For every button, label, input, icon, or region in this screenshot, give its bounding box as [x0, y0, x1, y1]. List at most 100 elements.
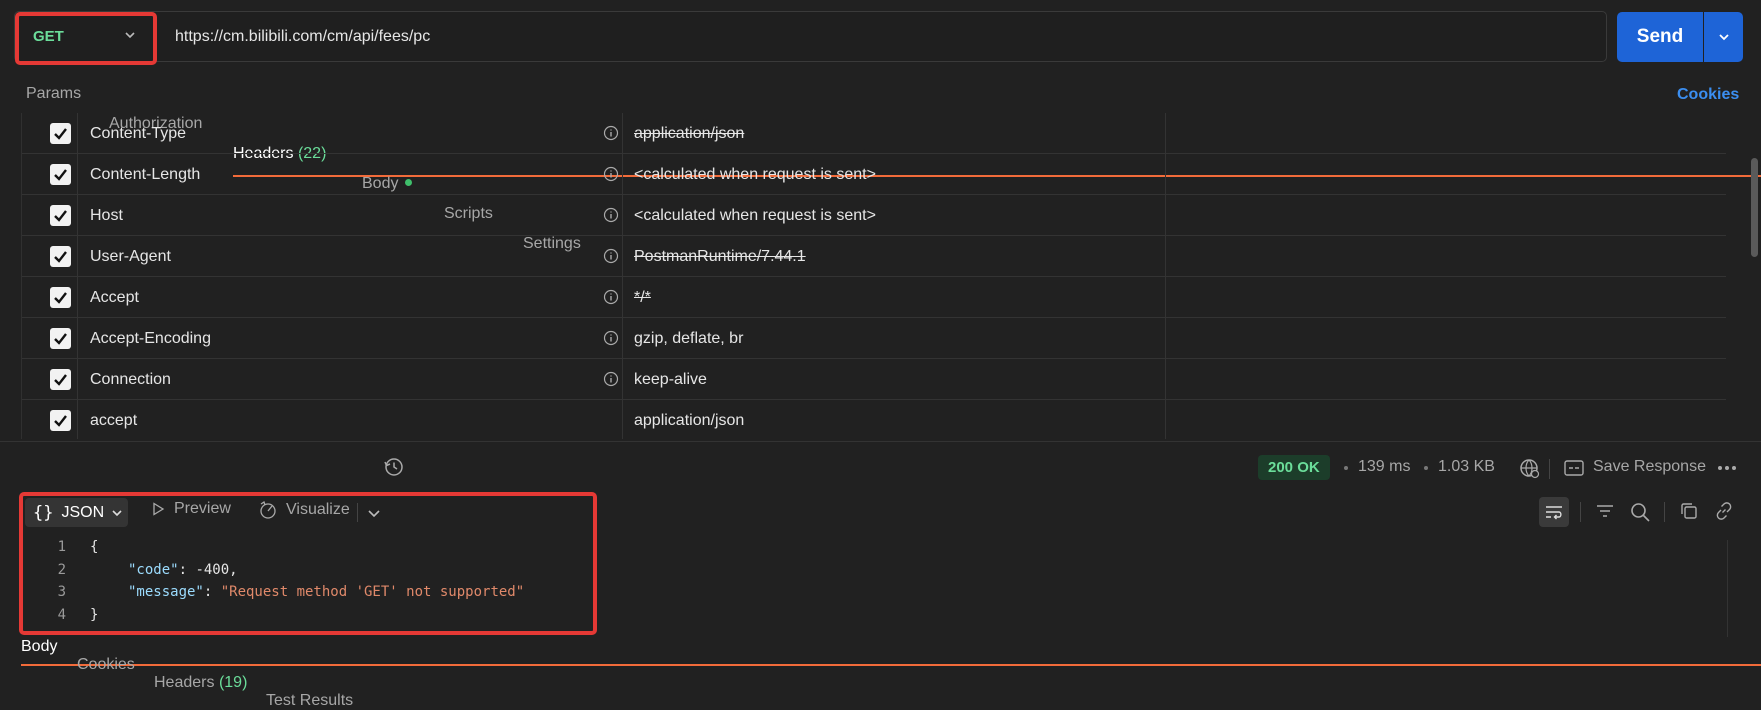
column-divider: [622, 236, 623, 277]
header-value[interactable]: gzip, deflate, br: [634, 318, 743, 359]
chevron-down-icon: [125, 32, 135, 39]
save-icon: [1564, 460, 1584, 476]
tab-label: Body: [21, 638, 58, 655]
tab-response-body[interactable]: Body: [21, 638, 1761, 666]
row-checkbox[interactable]: [50, 246, 71, 267]
open-brace: {: [90, 539, 99, 555]
row-checkbox[interactable]: [50, 410, 71, 431]
header-key[interactable]: accept: [90, 400, 137, 439]
filter-icon[interactable]: [1595, 502, 1615, 522]
code-line: "code": -400,: [128, 562, 238, 578]
row-checkbox[interactable]: [50, 123, 71, 144]
header-value[interactable]: */*: [634, 277, 651, 318]
headers-scrollbar[interactable]: [1751, 158, 1758, 257]
format-select[interactable]: {} JSON: [25, 498, 128, 527]
row-checkbox[interactable]: [50, 205, 71, 226]
line-number: 4: [57, 607, 66, 623]
column-divider: [1165, 277, 1166, 318]
save-response-button[interactable]: Save Response: [1593, 458, 1706, 476]
header-value[interactable]: application/json: [634, 400, 744, 439]
column-divider: [1165, 318, 1166, 359]
code-line: {: [90, 539, 98, 555]
search-icon[interactable]: [1629, 501, 1651, 523]
header-value[interactable]: keep-alive: [634, 359, 707, 400]
status-badge: 200 OK: [1258, 455, 1330, 480]
row-checkbox[interactable]: [50, 328, 71, 349]
headers-table: Content-Type application/json Content-Le…: [21, 113, 1726, 439]
column-divider: [1165, 359, 1166, 400]
info-icon[interactable]: [603, 330, 619, 346]
header-key[interactable]: Connection: [90, 359, 171, 400]
visualize-button[interactable]: Visualize: [258, 500, 350, 520]
method-select[interactable]: GET: [15, 12, 156, 61]
info-icon[interactable]: [603, 248, 619, 264]
table-row: Host <calculated when request is sent>: [22, 195, 1726, 236]
toolbar-divider: [1664, 502, 1665, 522]
more-options-icon[interactable]: [1717, 463, 1737, 473]
info-icon[interactable]: [603, 371, 619, 387]
header-value[interactable]: <calculated when request is sent>: [634, 154, 876, 195]
row-checkbox[interactable]: [50, 369, 71, 390]
info-icon[interactable]: [603, 289, 619, 305]
header-value[interactable]: PostmanRuntime/7.44.1: [634, 236, 806, 277]
json-key: "code": [128, 562, 179, 578]
send-button[interactable]: Send: [1617, 12, 1703, 62]
globe-icon[interactable]: [1518, 457, 1540, 479]
braces-icon: {}: [33, 502, 54, 523]
row-check-cell: [22, 113, 78, 154]
preview-button[interactable]: Preview: [150, 500, 231, 518]
checkmark-icon: [54, 128, 67, 140]
column-divider: [622, 400, 623, 439]
tab-response-headers[interactable]: Headers (19): [154, 674, 1761, 692]
column-divider: [1165, 154, 1166, 195]
header-key[interactable]: Accept-Encoding: [90, 318, 211, 359]
json-colon: :: [178, 562, 196, 578]
tab-params[interactable]: Params: [26, 85, 1761, 115]
pane-divider[interactable]: [0, 441, 1761, 442]
table-row: Accept-Encoding gzip, deflate, br: [22, 318, 1726, 359]
row-check-cell: [22, 359, 78, 400]
visualize-icon: [260, 500, 276, 519]
chevron-down-icon: [112, 509, 122, 516]
cookies-link[interactable]: Cookies: [1677, 86, 1739, 104]
json-key: "message": [128, 584, 204, 600]
tab-response-cookies[interactable]: Cookies: [77, 656, 1761, 674]
chevron-down-icon[interactable]: [366, 505, 382, 521]
tab-label: Test Results: [266, 692, 354, 709]
send-options-button[interactable]: [1704, 12, 1743, 62]
json-colon: :: [203, 584, 221, 600]
info-icon[interactable]: [603, 125, 619, 141]
tab-label: Params: [26, 85, 82, 102]
table-row: accept application/json: [22, 400, 1726, 439]
wrap-lines-button[interactable]: [1539, 497, 1569, 527]
row-checkbox[interactable]: [50, 287, 71, 308]
link-icon[interactable]: [1714, 501, 1734, 521]
info-icon[interactable]: [603, 207, 619, 223]
url-input[interactable]: https://cm.bilibili.com/cm/api/fees/pc: [175, 12, 430, 61]
info-icon[interactable]: [603, 166, 619, 182]
header-key[interactable]: Content-Type: [90, 113, 186, 154]
format-label: JSON: [61, 503, 105, 521]
row-check-cell: [22, 318, 78, 359]
header-key[interactable]: Content-Length: [90, 154, 200, 195]
row-checkbox[interactable]: [50, 164, 71, 185]
toolbar-divider: [1580, 502, 1581, 522]
code-line: "message": "Request method 'GET' not sup…: [128, 584, 524, 600]
header-key[interactable]: Host: [90, 195, 123, 236]
column-divider: [622, 318, 623, 359]
close-brace: }: [90, 607, 99, 623]
tab-test-results[interactable]: Test Results: [266, 692, 1761, 710]
row-check-cell: [22, 154, 78, 195]
json-number: -400,: [195, 562, 238, 578]
code-line: }: [90, 607, 98, 623]
header-key[interactable]: User-Agent: [90, 236, 171, 277]
method-label: GET: [33, 28, 64, 45]
column-divider: [1165, 400, 1166, 439]
json-string: "Request method 'GET' not supported": [220, 584, 525, 600]
history-icon[interactable]: [383, 456, 405, 478]
header-key[interactable]: Accept: [90, 277, 139, 318]
header-value[interactable]: <calculated when request is sent>: [634, 195, 876, 236]
header-value[interactable]: application/json: [634, 113, 744, 154]
copy-icon[interactable]: [1679, 501, 1699, 521]
tab-label: Cookies: [77, 656, 135, 673]
